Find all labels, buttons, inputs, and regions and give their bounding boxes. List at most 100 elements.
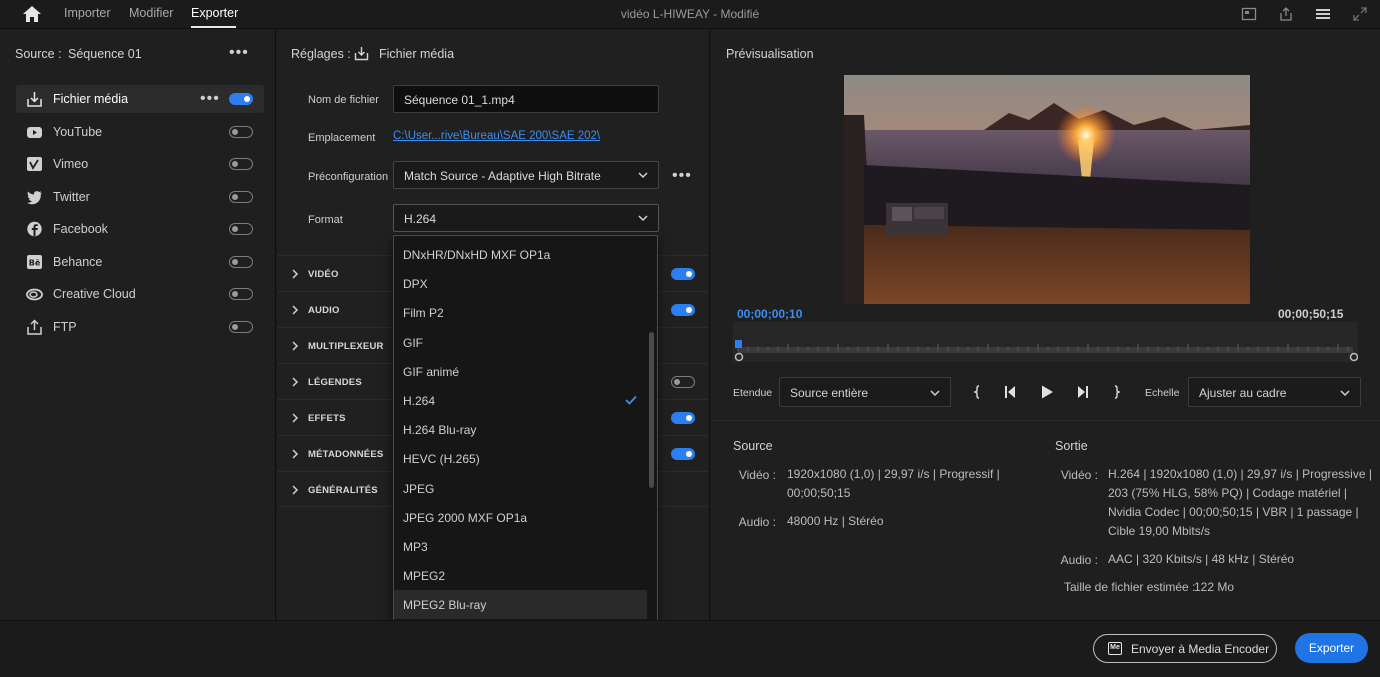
- filename-label: Nom de fichier: [308, 94, 379, 106]
- destination-label: Vimeo: [53, 157, 89, 171]
- location-link[interactable]: C:\User...rive\Bureau\SAE 200\SAE 202\: [393, 130, 600, 142]
- format-option[interactable]: HEVC (H.265): [394, 444, 647, 473]
- format-option[interactable]: MPEG2: [394, 561, 647, 590]
- mark-out-icon[interactable]: [1109, 384, 1125, 400]
- preset-dropdown[interactable]: Match Source - Adaptive High Bitrate: [393, 161, 659, 189]
- option-label: DNxHR/DNxHD MXF OP1a: [403, 248, 551, 262]
- timeline-ruler: [733, 322, 1358, 362]
- chevron-right-icon: [292, 485, 299, 495]
- destination-toggle[interactable]: [229, 223, 253, 235]
- destination-twitter[interactable]: Twitter: [16, 183, 264, 211]
- destination-label: Twitter: [53, 190, 90, 204]
- destinations-panel: Source : Séquence 01 ••• Fichier média •…: [0, 30, 276, 620]
- preset-more-options-button[interactable]: •••: [672, 168, 692, 184]
- destination-facebook[interactable]: Facebook: [16, 215, 264, 243]
- option-label: DPX: [403, 277, 428, 291]
- format-option[interactable]: MP3: [394, 532, 647, 561]
- output-video-line-2: 203 (75% HLG, 58% PQ) | Codage matériel …: [1108, 486, 1348, 500]
- end-timecode: 00;00;50;15: [1278, 307, 1344, 321]
- section-toggle[interactable]: [671, 268, 695, 280]
- destination-toggle[interactable]: [229, 288, 253, 300]
- format-option[interactable]: DNxHR/DNxHD MXF OP1a: [394, 240, 647, 269]
- destination-toggle[interactable]: [229, 126, 253, 138]
- format-option[interactable]: H.264 Blu-ray: [394, 415, 647, 444]
- mark-in-icon[interactable]: [969, 384, 985, 400]
- destination-toggle[interactable]: [229, 191, 253, 203]
- destination-label: Fichier média: [53, 92, 129, 106]
- destination-behance[interactable]: Bē Behance: [16, 248, 264, 276]
- facebook-icon: [27, 221, 42, 237]
- destination-ftp[interactable]: FTP: [16, 313, 264, 341]
- media-encoder-icon: Me: [1108, 642, 1122, 655]
- section-label: VIDÉO: [308, 269, 339, 280]
- format-option-highlighted[interactable]: MPEG2 Blu-ray: [394, 590, 647, 619]
- location-label: Emplacement: [308, 132, 376, 144]
- format-option[interactable]: JPEG 2000 MXF OP1a: [394, 503, 647, 532]
- option-label: HEVC (H.265): [403, 452, 480, 466]
- step-back-icon[interactable]: [1003, 384, 1019, 400]
- output-video-line-4: Cible 19,00 Mbits/s: [1108, 524, 1211, 538]
- export-file-icon: [354, 47, 369, 61]
- preview-title: Prévisualisation: [726, 47, 814, 61]
- preview-panel: Prévisualisation 00;00;00;10 00;00;50;15…: [711, 30, 1380, 620]
- format-options-list[interactable]: DNxHR/DNxHD MXF OP1a DPX Film P2 GIF GIF…: [393, 235, 658, 622]
- destination-toggle[interactable]: [229, 256, 253, 268]
- current-timecode: 00;00;00;10: [737, 307, 803, 321]
- checkmark-icon: [625, 395, 637, 405]
- play-icon[interactable]: [1039, 384, 1055, 400]
- active-tab-indicator: [191, 26, 236, 28]
- workspace-menu-icon[interactable]: [1315, 6, 1331, 22]
- section-label: AUDIO: [308, 305, 340, 316]
- section-toggle[interactable]: [671, 448, 695, 460]
- destination-fichier-media[interactable]: Fichier média •••: [16, 85, 264, 113]
- destination-label: Creative Cloud: [53, 287, 136, 301]
- section-toggle[interactable]: [671, 412, 695, 424]
- chevron-down-icon: [638, 215, 648, 222]
- format-option[interactable]: JPEG: [394, 474, 647, 503]
- settings-title: Réglages :: [291, 47, 351, 61]
- range-dropdown[interactable]: Source entière: [779, 377, 951, 407]
- destination-vimeo[interactable]: Vimeo: [16, 150, 264, 178]
- quick-export-icon[interactable]: [1241, 6, 1257, 22]
- scale-dropdown[interactable]: Ajuster au cadre: [1188, 377, 1361, 407]
- destination-label: Behance: [53, 255, 103, 269]
- destination-toggle[interactable]: [229, 158, 253, 170]
- dropdown-scrollbar[interactable]: [649, 332, 654, 488]
- section-label: LÉGENDES: [308, 377, 362, 388]
- destination-more-options-button[interactable]: •••: [200, 91, 220, 107]
- timeline-scrubber[interactable]: [733, 322, 1358, 362]
- chevron-right-icon: [292, 341, 299, 351]
- behance-icon: Bē: [27, 255, 42, 269]
- format-option[interactable]: Film P2: [394, 298, 647, 327]
- filename-field[interactable]: Séquence 01_1.mp4: [393, 85, 659, 113]
- section-toggle[interactable]: [671, 304, 695, 316]
- chevron-right-icon: [292, 377, 299, 387]
- source-more-options-button[interactable]: •••: [229, 45, 249, 61]
- destination-toggle[interactable]: [229, 93, 253, 105]
- svg-text:Bē: Bē: [29, 259, 41, 268]
- share-icon[interactable]: [1278, 6, 1294, 22]
- destination-creative-cloud[interactable]: Creative Cloud: [16, 280, 264, 308]
- output-video-key: Vidéo :: [1060, 468, 1098, 482]
- format-option[interactable]: GIF: [394, 328, 647, 357]
- format-dropdown[interactable]: H.264: [393, 204, 659, 232]
- export-button[interactable]: Exporter: [1295, 633, 1368, 663]
- step-forward-icon[interactable]: [1074, 384, 1090, 400]
- destination-toggle[interactable]: [229, 321, 253, 333]
- destination-label: YouTube: [53, 125, 103, 139]
- section-toggle[interactable]: [671, 376, 695, 388]
- source-sequence-name: Séquence 01: [68, 47, 142, 61]
- format-option[interactable]: DPX: [394, 269, 647, 298]
- destination-youtube[interactable]: YouTube: [16, 118, 264, 146]
- format-option-selected[interactable]: H.264: [394, 386, 647, 415]
- fullscreen-icon[interactable]: [1352, 6, 1368, 22]
- option-label: JPEG 2000 MXF OP1a: [403, 511, 528, 525]
- output-info-title: Sortie: [1055, 439, 1088, 453]
- format-option[interactable]: GIF animé: [394, 357, 647, 386]
- option-label: H.264: [403, 394, 436, 408]
- chevron-right-icon: [292, 305, 299, 315]
- divider: [711, 420, 1380, 421]
- output-audio-key: Audio :: [1060, 553, 1098, 567]
- range-value: Source entière: [790, 386, 869, 400]
- send-to-media-encoder-button[interactable]: Me Envoyer à Media Encoder: [1093, 634, 1277, 663]
